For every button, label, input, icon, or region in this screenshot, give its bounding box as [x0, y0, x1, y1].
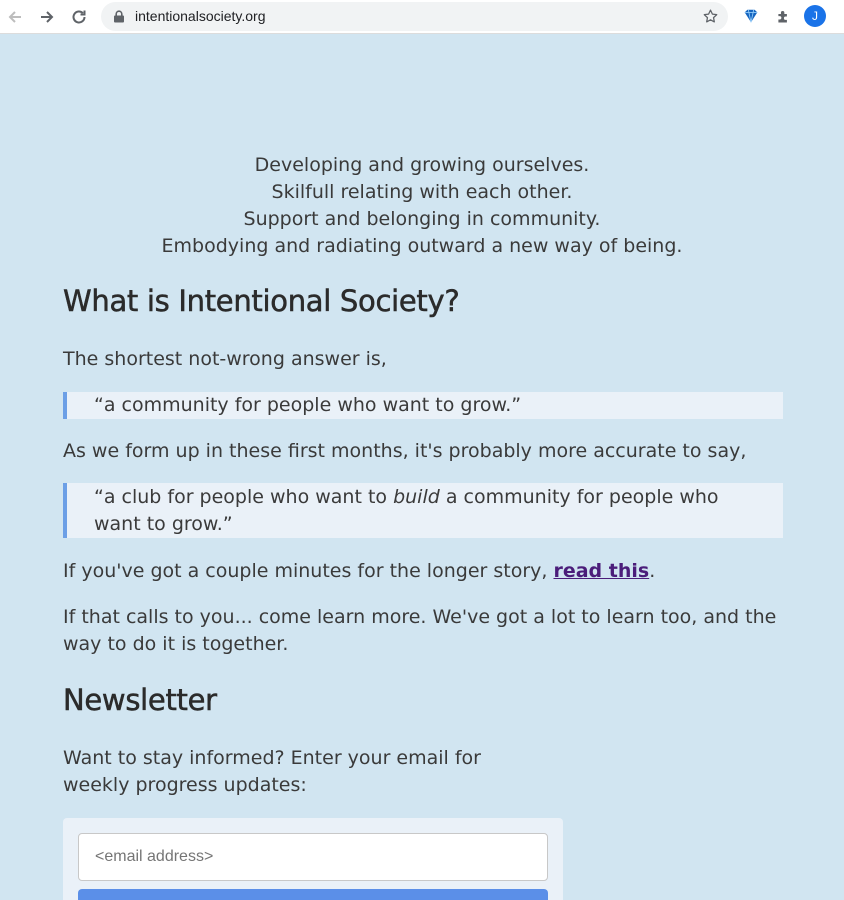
quote-community: “a community for people who want to grow…: [63, 392, 783, 419]
story-text: If you've got a couple minutes for the l…: [63, 558, 783, 585]
quote-text: “a community for people who want to grow…: [94, 394, 522, 416]
email-input[interactable]: [78, 833, 548, 881]
puzzle-extension-icon: [777, 10, 787, 22]
url-text: intentionalsociety.org: [135, 8, 266, 24]
profile-avatar[interactable]: J: [804, 5, 826, 27]
address-bar[interactable]: intentionalsociety.org: [101, 2, 728, 31]
story-text-start: If you've got a couple minutes for the l…: [63, 560, 554, 582]
newsletter-form: [63, 818, 563, 900]
tagline-line: Developing and growing ourselves.: [254, 154, 590, 176]
gem-extension-button[interactable]: [741, 6, 761, 26]
newsletter-text: Want to stay informed? Enter your email …: [63, 747, 481, 796]
reload-icon: [72, 10, 86, 24]
browser-toolbar: intentionalsociety.org J: [0, 0, 844, 34]
lock-icon: [114, 10, 124, 23]
tagline: Developing and growing ourselves. Skilfu…: [0, 152, 844, 260]
subscribe-button[interactable]: [78, 889, 548, 900]
newsletter-heading: Newsletter: [63, 683, 218, 718]
gem-extension-icon: [744, 9, 758, 23]
back-arrow-icon: [8, 11, 21, 23]
page-content: Developing and growing ourselves. Skilfu…: [0, 35, 844, 900]
quote-text-start: “a club for people who want to: [94, 486, 394, 508]
tagline-line: Support and belonging in community.: [243, 208, 601, 230]
tagline-line: Embodying and radiating outward a new wa…: [161, 235, 683, 257]
intro-text: The shortest not-wrong answer is,: [63, 348, 387, 370]
bridge-text: As we form up in these first months, it'…: [63, 440, 747, 462]
quote-club: “a club for people who want to build a c…: [63, 483, 783, 538]
call-to-action-text: If that calls to you... come learn more.…: [63, 606, 777, 655]
extensions-button[interactable]: [773, 6, 793, 26]
about-heading: What is Intentional Society?: [63, 284, 460, 319]
read-this-link[interactable]: read this: [553, 560, 649, 582]
star-icon[interactable]: [702, 8, 719, 25]
reload-button[interactable]: [67, 5, 91, 29]
story-text-end: .: [649, 560, 656, 582]
forward-arrow-icon: [41, 11, 54, 23]
tagline-line: Skilfull relating with each other.: [271, 181, 573, 203]
back-button[interactable]: [3, 5, 27, 29]
forward-button[interactable]: [35, 5, 59, 29]
quote-emphasis: build: [393, 486, 440, 508]
